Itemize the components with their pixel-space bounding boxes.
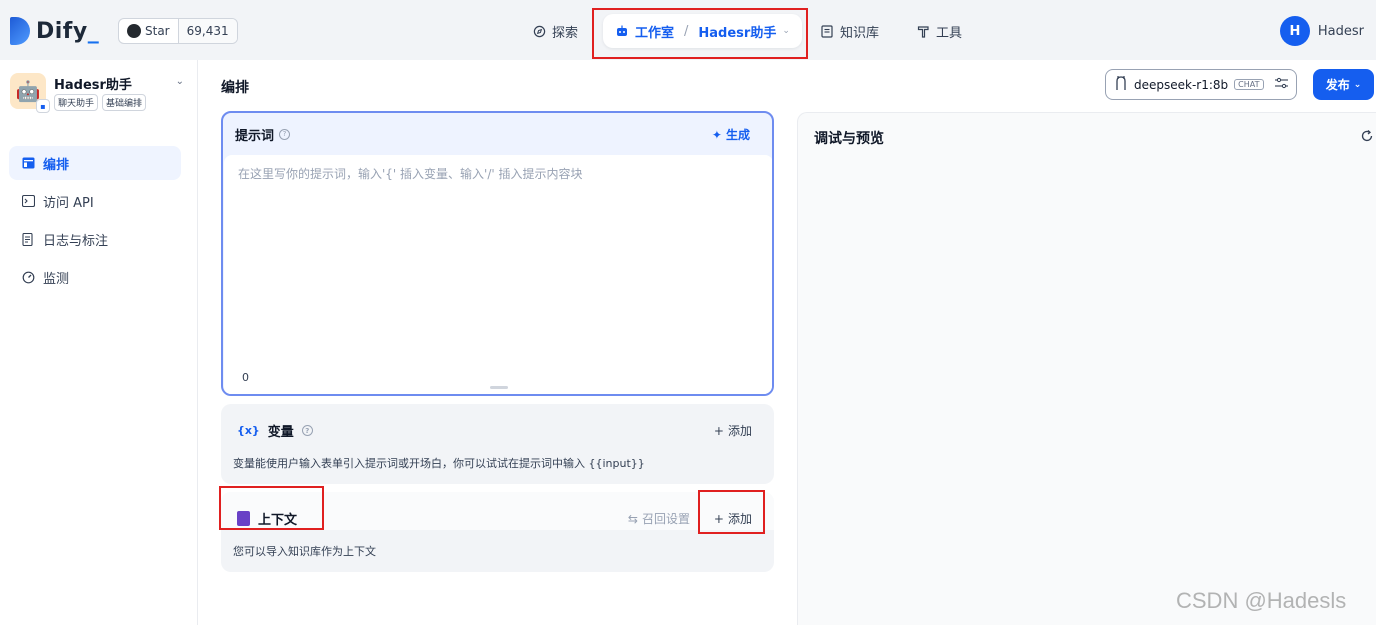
chat-badge-icon: ▪ [36,99,50,113]
swap-icon: ⇆ [627,511,638,526]
user-menu[interactable]: H Hadesr [1279,16,1364,46]
sidebar-item-monitor[interactable]: 监测 [9,260,181,294]
prompt-input[interactable]: 在这里写你的提示词，输入'{' 插入变量、输入'/' 插入提示内容块 0 [224,155,772,394]
help-icon[interactable]: ? [279,128,291,140]
nav-knowledge[interactable]: 知识库 [820,14,879,48]
github-star-count: 69,431 [178,19,237,43]
debug-preview-panel: 调试与预览 [797,112,1376,625]
github-star-button[interactable]: Star [119,19,179,43]
hammer-icon [916,24,930,38]
sidebar-item-api[interactable]: 访问 API [9,184,181,218]
plus-icon: + [713,511,724,526]
github-star-label: Star [145,24,170,38]
sparkle-icon: ✦ [711,127,722,142]
chevron-down-icon[interactable]: ⌄ [176,76,184,87]
context-section: 上下文 ⇆ 召回设置 + 添加 您可以导入知识库作为上下文 [221,492,774,572]
nav-knowledge-label: 知识库 [840,25,880,41]
model-name: deepseek-r1:8b [1134,77,1229,92]
generate-prompt-button[interactable]: ✦ 生成 [712,126,750,143]
generate-label: 生成 [725,128,750,142]
context-title: 上下文 [258,513,298,528]
variables-title: 变量 [267,425,294,440]
model-mode-badge: CHAT [1234,79,1264,90]
model-selector-button[interactable]: deepseek-r1:8b CHAT [1105,69,1297,100]
prompt-char-count: 0 [242,371,249,384]
file-list-icon [21,232,35,246]
breadcrumb-separator: / [684,23,689,39]
ollama-icon [1114,75,1128,94]
variables-description: 变量能使用户输入表单引入提示词或开场白，你可以试试在提示词中输入 {{input… [233,457,645,470]
watermark: CSDN @Hadesls [1176,588,1347,613]
document-icon [237,511,250,526]
github-icon [127,24,141,38]
variables-section: {x} 变量 ? + 添加 变量能使用户输入表单引入提示词或开场白，你可以试试在… [221,404,774,484]
app-name: Hadesr助手 [54,78,132,93]
publish-button[interactable]: 发布 ⌄ [1313,69,1374,100]
app-mode-tag: 基础编排 [102,94,147,111]
prompt-editor-card: 提示词 ? ✦ 生成 在这里写你的提示词，输入'{' 插入变量、输入'/' 插入… [221,111,774,396]
terminal-icon [21,195,35,207]
app-breadcrumb[interactable]: Hadesr助手 [698,22,776,41]
app-type-tag: 聊天助手 [54,94,99,111]
recall-settings-label: 召回设置 [641,512,690,526]
recall-settings-button[interactable]: ⇆ 召回设置 [628,510,690,527]
sidebar-item-label: 编排 [43,157,70,173]
add-context-label: 添加 [727,512,752,526]
nav-explore-label: 探索 [552,25,579,41]
nav-tools-label: 工具 [936,25,963,41]
nav-explore[interactable]: 探索 [532,14,578,48]
debug-title: 调试与预览 [814,131,884,147]
add-variable-button[interactable]: + 添加 [714,422,752,439]
nav-studio-label: 工作室 [635,25,675,41]
prompt-placeholder: 在这里写你的提示词，输入'{' 插入变量、输入'/' 插入提示内容块 [238,167,583,181]
variable-icon: {x} [237,424,260,437]
sidebar-item-label: 日志与标注 [43,233,109,249]
dify-logo[interactable]: Dify_ [10,17,99,45]
help-icon[interactable]: ? [301,425,313,436]
robot-icon [615,24,629,38]
github-star-widget[interactable]: Star 69,431 [118,18,238,44]
sidebar-item-logs[interactable]: 日志与标注 [9,222,181,256]
brand-underscore: _ [87,18,100,44]
page-title: 编排 [221,80,249,96]
resize-handle[interactable] [490,386,508,389]
app-switcher[interactable]: 🤖 ▪ Hadesr助手 ⌄ 聊天助手 基础编排 [10,73,188,113]
prompt-title: 提示词 [235,128,275,144]
nav-studio[interactable]: 工作室 / Hadesr助手 ⌄ [603,14,802,48]
publish-label: 发布 [1325,78,1350,92]
sidebar-item-label: 监测 [43,271,70,287]
sidebar: 🤖 ▪ Hadesr助手 ⌄ 聊天助手 基础编排 编排 访问 API 日志与标注… [0,60,198,625]
settings-sliders-icon[interactable] [1275,77,1288,92]
refresh-icon[interactable] [1358,127,1376,145]
add-variable-label: 添加 [727,424,752,438]
main-panel: 编排 deepseek-r1:8b CHAT 发布 ⌄ 提示词 ? ✦ 生成 在… [198,60,1376,625]
sidebar-item-orchestrate[interactable]: 编排 [9,146,181,180]
context-description: 您可以导入知识库作为上下文 [233,545,376,558]
plus-icon: + [713,423,724,438]
compass-icon [532,24,546,38]
chevron-down-icon: ⌄ [1353,79,1362,90]
layout-icon [21,157,35,169]
brand-name: Dify [36,18,88,44]
sidebar-item-label: 访问 API [43,195,94,211]
dify-logo-icon [10,17,30,45]
chevron-down-icon[interactable]: ⌄ [782,26,790,36]
user-avatar: H [1279,16,1310,46]
top-bar: Dify_ Star 69,431 探索 工作室 / Hadesr助手 ⌄ 知识… [0,0,1376,60]
book-icon [820,24,834,38]
gauge-icon [21,271,35,284]
nav-tools[interactable]: 工具 [916,14,962,48]
user-name: Hadesr [1317,23,1364,39]
add-context-button[interactable]: + 添加 [714,510,752,527]
